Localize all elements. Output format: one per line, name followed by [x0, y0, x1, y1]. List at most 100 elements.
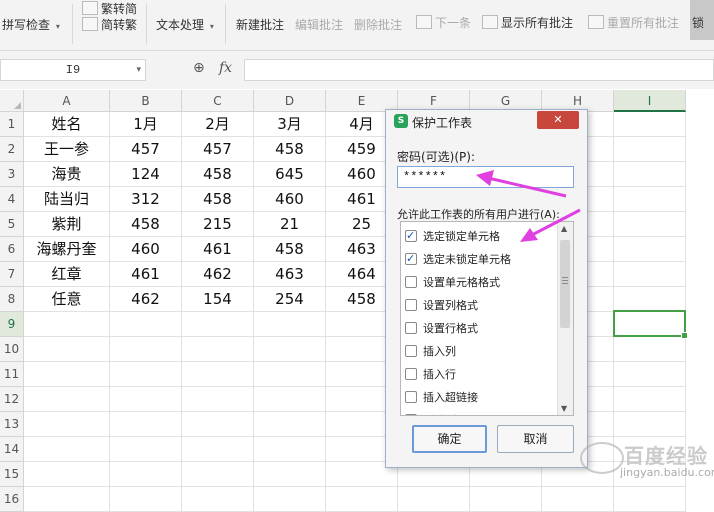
cell-d14[interactable] — [254, 437, 326, 462]
cell-i6[interactable] — [614, 237, 686, 262]
permissions-list[interactable]: ▲ ▼ 选定锁定单元格选定未锁定单元格设置单元格格式设置列格式设置行格式插入列插… — [400, 221, 574, 416]
permission-item[interactable]: 选定锁定单元格 — [405, 228, 555, 251]
checkbox[interactable] — [405, 391, 417, 403]
password-field[interactable]: ****** — [397, 166, 574, 188]
cell-b9[interactable] — [110, 312, 182, 337]
formula-input[interactable] — [244, 59, 714, 81]
cell-c3[interactable]: 458 — [182, 162, 254, 187]
permission-item[interactable]: 设置单元格格式 — [405, 274, 555, 297]
permission-item[interactable]: 插入行 — [405, 366, 555, 389]
permission-item[interactable]: 设置行格式 — [405, 320, 555, 343]
checkbox[interactable] — [405, 368, 417, 380]
cell-d4[interactable]: 460 — [254, 187, 326, 212]
new-comment-button[interactable]: 新建批注 — [236, 16, 284, 33]
fx-icon[interactable]: fx — [219, 60, 232, 76]
cell-a13[interactable] — [24, 412, 110, 437]
cell-a12[interactable] — [24, 387, 110, 412]
cell-i5[interactable] — [614, 212, 686, 237]
cell-h16[interactable] — [542, 487, 614, 512]
column-header-c[interactable]: C — [182, 90, 254, 112]
cell-a15[interactable] — [24, 462, 110, 487]
cell-c10[interactable] — [182, 337, 254, 362]
cell-c11[interactable] — [182, 362, 254, 387]
permission-item[interactable]: 插入列 — [405, 343, 555, 366]
row-header-13[interactable]: 13 — [0, 412, 24, 437]
cell-b3[interactable]: 124 — [110, 162, 182, 187]
cell-a5[interactable]: 紫荆 — [24, 212, 110, 237]
select-all-corner[interactable] — [0, 90, 24, 112]
next-comment-button[interactable]: 下一条 — [416, 14, 471, 31]
column-header-a[interactable]: A — [24, 90, 110, 112]
cell-b5[interactable]: 458 — [110, 212, 182, 237]
cell-a1[interactable]: 姓名 — [24, 112, 110, 137]
cell-c9[interactable] — [182, 312, 254, 337]
cell-a4[interactable]: 陆当归 — [24, 187, 110, 212]
cell-b2[interactable]: 457 — [110, 137, 182, 162]
cell-d13[interactable] — [254, 412, 326, 437]
checkbox[interactable] — [405, 299, 417, 311]
permission-item[interactable]: 设置列格式 — [405, 297, 555, 320]
name-box[interactable]: I9 ▾ — [0, 59, 146, 81]
row-header-9[interactable]: 9 — [0, 312, 24, 337]
cell-i1[interactable] — [614, 112, 686, 137]
cell-d8[interactable]: 254 — [254, 287, 326, 312]
column-header-d[interactable]: D — [254, 90, 326, 112]
cell-b7[interactable]: 461 — [110, 262, 182, 287]
cell-i4[interactable] — [614, 187, 686, 212]
cell-i8[interactable] — [614, 287, 686, 312]
cell-i7[interactable] — [614, 262, 686, 287]
chevron-down-icon[interactable]: ▾ — [136, 60, 141, 80]
cell-a16[interactable] — [24, 487, 110, 512]
cell-a14[interactable] — [24, 437, 110, 462]
row-header-12[interactable]: 12 — [0, 387, 24, 412]
cell-b12[interactable] — [110, 387, 182, 412]
reset-all-comments-button[interactable]: 重置所有批注 — [588, 14, 679, 31]
cell-c14[interactable] — [182, 437, 254, 462]
ok-button[interactable]: 确定 — [412, 425, 487, 453]
cell-i11[interactable] — [614, 362, 686, 387]
row-header-15[interactable]: 15 — [0, 462, 24, 487]
cell-d16[interactable] — [254, 487, 326, 512]
cell-a2[interactable]: 王一参 — [24, 137, 110, 162]
cell-i12[interactable] — [614, 387, 686, 412]
cell-a6[interactable]: 海螺丹奎 — [24, 237, 110, 262]
cell-d15[interactable] — [254, 462, 326, 487]
scrollbar-thumb[interactable] — [560, 240, 570, 328]
cell-e16[interactable] — [326, 487, 398, 512]
cell-b11[interactable] — [110, 362, 182, 387]
column-header-b[interactable]: B — [110, 90, 182, 112]
cell-c16[interactable] — [182, 487, 254, 512]
checkbox[interactable] — [405, 345, 417, 357]
cell-c5[interactable]: 215 — [182, 212, 254, 237]
show-all-comments-button[interactable]: 显示所有批注 — [482, 14, 573, 31]
cell-b8[interactable]: 462 — [110, 287, 182, 312]
cancel-button[interactable]: 取消 — [497, 425, 574, 453]
cell-a11[interactable] — [24, 362, 110, 387]
scroll-down-icon[interactable]: ▼ — [561, 404, 567, 413]
cell-c4[interactable]: 458 — [182, 187, 254, 212]
cell-b15[interactable] — [110, 462, 182, 487]
cell-b16[interactable] — [110, 487, 182, 512]
row-header-11[interactable]: 11 — [0, 362, 24, 387]
cell-b10[interactable] — [110, 337, 182, 362]
cell-c15[interactable] — [182, 462, 254, 487]
cell-c12[interactable] — [182, 387, 254, 412]
trad-simp-button[interactable]: 繁转简 — [82, 0, 137, 17]
cell-d6[interactable]: 458 — [254, 237, 326, 262]
row-header-8[interactable]: 8 — [0, 287, 24, 312]
spell-check-button[interactable]: 拼写检查 — [2, 16, 60, 33]
permission-item[interactable]: 删除列 — [405, 412, 555, 415]
edit-comment-button[interactable]: 编辑批注 — [295, 16, 343, 33]
cell-c1[interactable]: 2月 — [182, 112, 254, 137]
cell-a7[interactable]: 红章 — [24, 262, 110, 287]
row-header-1[interactable]: 1 — [0, 112, 24, 137]
cell-b14[interactable] — [110, 437, 182, 462]
cell-c6[interactable]: 461 — [182, 237, 254, 262]
row-header-10[interactable]: 10 — [0, 337, 24, 362]
cell-b6[interactable]: 460 — [110, 237, 182, 262]
permission-item[interactable]: 插入超链接 — [405, 389, 555, 412]
cell-b4[interactable]: 312 — [110, 187, 182, 212]
row-header-16[interactable]: 16 — [0, 487, 24, 512]
row-header-6[interactable]: 6 — [0, 237, 24, 262]
row-header-2[interactable]: 2 — [0, 137, 24, 162]
